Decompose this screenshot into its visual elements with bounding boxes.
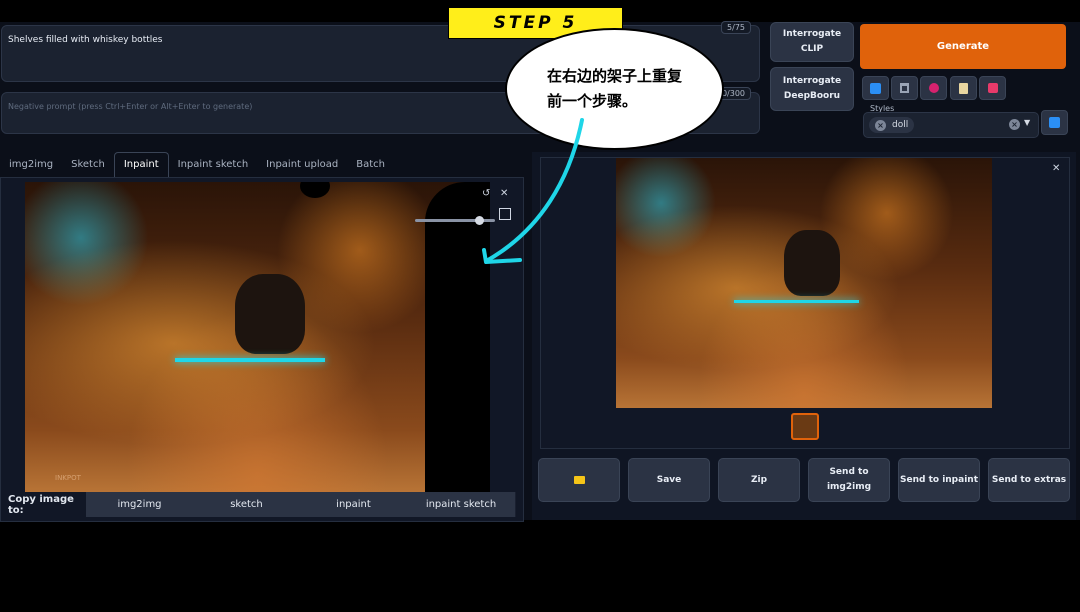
clipboard-icon	[959, 82, 968, 94]
style-button[interactable]	[920, 76, 947, 100]
copy-to-label: Copy image to:	[8, 493, 74, 516]
send-to-extras-button[interactable]: Send to extras	[988, 458, 1070, 502]
watermark: INKPOT	[55, 474, 81, 482]
copy-to-img2img-button[interactable]: img2img	[86, 492, 194, 517]
tab-inpaint[interactable]: Inpaint	[113, 152, 169, 177]
trash-button[interactable]	[891, 76, 918, 100]
clear-styles-icon[interactable]: ×	[1009, 119, 1020, 130]
glow-beam	[175, 358, 325, 362]
copy-to-sketch-button[interactable]: sketch	[193, 492, 301, 517]
prompt-text: Shelves filled with whiskey bottles	[8, 35, 163, 45]
style-chip[interactable]: × doll	[869, 117, 915, 133]
tab-batch[interactable]: Batch	[347, 153, 394, 177]
output-image[interactable]	[616, 158, 992, 408]
send-to-img2img-button[interactable]: Send to img2img	[808, 458, 890, 502]
woman-figure	[235, 274, 305, 354]
tab-img2img[interactable]: img2img	[0, 153, 62, 177]
clipboard-button[interactable]	[950, 76, 977, 100]
interrogate-clip-button[interactable]: Interrogate CLIP	[770, 22, 854, 62]
trash-icon	[900, 83, 909, 93]
chip-remove-icon[interactable]: ×	[875, 119, 886, 131]
inpaint-canvas[interactable]: INKPOT	[25, 182, 490, 492]
save-button[interactable]: Save	[628, 458, 710, 502]
paste-icon	[870, 82, 881, 94]
glow-beam	[734, 300, 859, 303]
paste-button[interactable]	[862, 76, 889, 100]
generate-button[interactable]: Generate	[860, 24, 1066, 69]
brush-cursor	[300, 182, 330, 198]
send-to-inpaint-button[interactable]: Send to inpaint	[898, 458, 980, 502]
open-folder-button[interactable]	[538, 458, 620, 502]
chevron-down-icon[interactable]: ▼	[1024, 118, 1030, 127]
copy-to-inpaint-sketch-button[interactable]: inpaint sketch	[407, 492, 516, 517]
arrow-shaft	[486, 118, 584, 262]
interrogate-deepbooru-button[interactable]: Interrogate DeepBooru	[770, 67, 854, 111]
arrow-icon	[482, 118, 584, 264]
save-style-button[interactable]	[979, 76, 1006, 100]
apply-styles-button[interactable]	[1041, 110, 1068, 135]
zip-button[interactable]: Zip	[718, 458, 800, 502]
close-icon[interactable]: ✕	[1052, 163, 1060, 174]
style-chip-label: doll	[892, 120, 909, 130]
style-icon	[928, 83, 939, 93]
tab-inpaint-sketch[interactable]: Inpaint sketch	[169, 153, 258, 177]
tab-inpaint-upload[interactable]: Inpaint upload	[257, 153, 347, 177]
save-icon	[987, 83, 998, 93]
img2img-tabs: img2img Sketch Inpaint Inpaint sketch In…	[0, 152, 394, 177]
prompt-token-counter: 5/75	[721, 21, 751, 34]
apply-styles-icon	[1049, 117, 1060, 128]
negative-prompt-placeholder: Negative prompt (press Ctrl+Enter or Alt…	[8, 102, 253, 111]
copy-to-inpaint-button[interactable]: inpaint	[300, 492, 408, 517]
folder-icon	[573, 476, 585, 484]
styles-dropdown[interactable]: × doll × ▼	[863, 112, 1039, 138]
woman-figure	[784, 230, 840, 296]
tab-sketch[interactable]: Sketch	[62, 153, 114, 177]
output-thumbnail[interactable]	[791, 413, 819, 440]
